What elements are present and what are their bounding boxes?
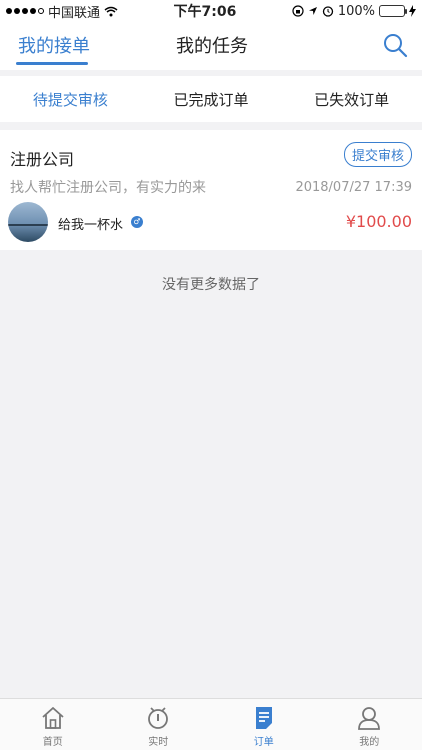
subtab-completed[interactable]: 已完成订单 — [141, 89, 282, 110]
tab-my-accepted-orders[interactable]: 我的接单 — [18, 32, 90, 58]
tab-active-indicator — [16, 62, 88, 65]
bottom-tab-bar: 首页 实时 订单 我的 — [0, 698, 422, 750]
order-status-tabs: 待提交审核 已完成订单 已失效订单 — [0, 76, 422, 122]
status-time: 下午7:06 — [173, 4, 237, 20]
realtime-icon — [148, 707, 169, 729]
tabbar-label-profile: 我的 — [359, 737, 380, 748]
tabbar-item-home[interactable]: 首页 — [0, 699, 106, 750]
user-name: 给我一杯水 — [58, 218, 124, 233]
tabbar-item-profile[interactable]: 我的 — [317, 699, 422, 750]
wifi-icon — [104, 6, 118, 16]
tabbar-label-realtime: 实时 — [148, 737, 169, 748]
avatar[interactable] — [8, 202, 48, 242]
order-description: 找人帮忙注册公司，有实力的来 — [10, 180, 206, 196]
home-icon — [42, 707, 64, 729]
order-title: 注册公司 — [10, 150, 75, 169]
tabbar-label-orders: 订单 — [253, 737, 274, 748]
tabbar-item-realtime[interactable]: 实时 — [106, 699, 212, 750]
tab-my-tasks[interactable]: 我的任务 — [176, 32, 248, 58]
submit-review-button[interactable]: 提交审核 — [343, 142, 412, 167]
list-end-text: 没有更多数据了 — [162, 277, 260, 293]
order-card[interactable]: 注册公司 提交审核 找人帮忙注册公司，有实力的来 2018/07/27 17:3… — [0, 130, 422, 250]
battery-percent: 100% — [337, 3, 375, 19]
tabbar-item-orders[interactable]: 订单 — [211, 699, 317, 750]
male-icon: ♂ — [131, 216, 143, 228]
status-bar: 中国联通 下午7:06 100% — [0, 0, 422, 22]
subtab-expired[interactable]: 已失效订单 — [281, 89, 422, 110]
alarm-icon — [322, 6, 333, 17]
profile-icon — [358, 707, 381, 730]
battery-icon — [378, 5, 407, 17]
order-price: ¥100.00 — [345, 212, 412, 231]
charging-icon — [408, 5, 416, 17]
tabbar-label-home: 首页 — [42, 737, 63, 748]
search-icon[interactable] — [382, 32, 408, 58]
order-time: 2018/07/27 17:39 — [295, 180, 412, 195]
order-icon — [255, 707, 272, 729]
orientation-lock-icon — [292, 5, 304, 17]
header: 我的接单 我的任务 — [0, 22, 422, 70]
status-right: 100% — [292, 4, 416, 19]
subtab-pending-review[interactable]: 待提交审核 — [0, 89, 141, 110]
location-icon — [308, 7, 317, 15]
signal-icon — [6, 8, 44, 14]
status-left: 中国联通 — [6, 2, 118, 21]
carrier-label: 中国联通 — [48, 5, 101, 21]
